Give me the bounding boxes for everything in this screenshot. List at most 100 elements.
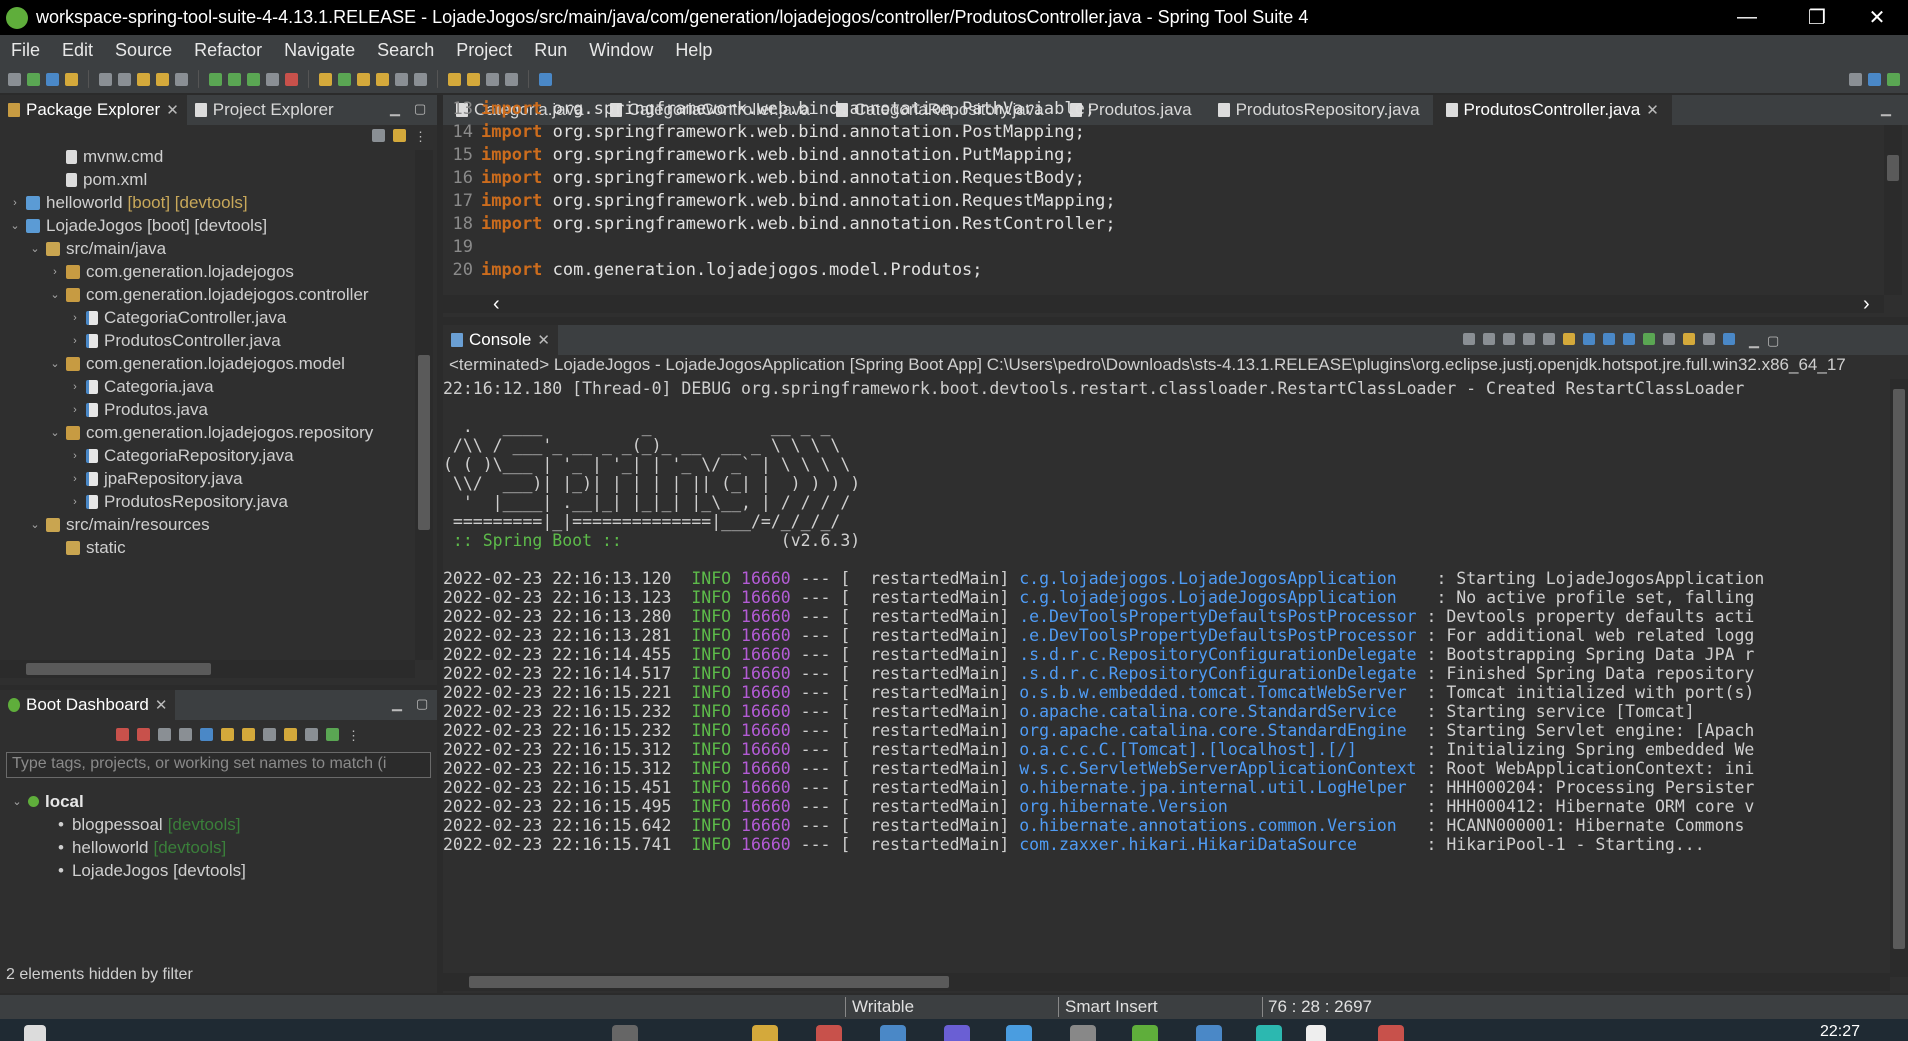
tree-item[interactable]: › ProdutosRepository.java: [0, 490, 415, 513]
expand-arrow-icon[interactable]: ⌄: [10, 795, 24, 808]
tab-console[interactable]: Console ✕: [443, 325, 558, 355]
open-console-icon[interactable]: [200, 728, 213, 741]
console-horizontal-scrollbar[interactable]: [443, 973, 1890, 991]
tree-item[interactable]: › com.generation.lojadejogos: [0, 260, 415, 283]
explorer-horizontal-scrollbar[interactable]: [0, 660, 415, 678]
minimize-view-icon[interactable]: ▁: [1749, 333, 1759, 349]
spring-perspective-icon[interactable]: [1887, 72, 1900, 86]
tab-project-explorer[interactable]: Project Explorer: [187, 95, 342, 125]
taskbar-app-icon[interactable]: [612, 1025, 638, 1041]
new-icon[interactable]: [319, 72, 332, 86]
code-area[interactable]: 13 import org.springframework.web.bind.an…: [443, 99, 1884, 297]
back-icon[interactable]: [486, 72, 499, 86]
maximize-view-icon[interactable]: ▢: [1767, 333, 1779, 349]
taskbar-app-icon[interactable]: [944, 1025, 970, 1041]
stop-icon[interactable]: [158, 728, 171, 741]
tree-item[interactable]: static: [0, 536, 415, 559]
expand-arrow-icon[interactable]: ⌄: [48, 357, 62, 370]
tree-item[interactable]: ⌄ src/main/resources: [0, 513, 415, 536]
debug-icon[interactable]: [179, 728, 192, 741]
debug-icon[interactable]: [209, 72, 222, 86]
maximize-view-icon[interactable]: ▢: [416, 696, 428, 712]
console-output[interactable]: 22:16:12.180 [Thread-0] DEBUG org.spring…: [443, 379, 1888, 973]
edit-icon[interactable]: [242, 728, 255, 741]
tree-item[interactable]: › jpaRepository.java: [0, 467, 415, 490]
reconnect-icon[interactable]: [1463, 333, 1475, 345]
editor-horizontal-scrollbar[interactable]: ‹ ›: [443, 293, 1884, 316]
menu-file[interactable]: File: [0, 40, 51, 61]
console-options-icon[interactable]: [1703, 333, 1715, 345]
tab-boot-dashboard[interactable]: Boot Dashboard ✕: [0, 690, 176, 720]
prev-annotation-icon[interactable]: [448, 72, 461, 86]
remove-launch-icon[interactable]: [1483, 333, 1495, 345]
tree-item[interactable]: ⌄ com.generation.lojadejogos.repository: [0, 421, 415, 444]
taskbar-app-icon[interactable]: [1006, 1025, 1032, 1041]
menu-search[interactable]: Search: [366, 40, 445, 61]
toolbar-icon[interactable]: [539, 72, 552, 86]
toolbar-icon[interactable]: [175, 72, 188, 86]
restart-icon[interactable]: [137, 728, 150, 741]
tree-item[interactable]: ⌄ com.generation.lojadejogos.controller: [0, 283, 415, 306]
toolbar-icon[interactable]: [414, 72, 427, 86]
tree-item[interactable]: ⌄ LojadeJogos [boot] [devtools]: [0, 214, 415, 237]
view-menu-icon[interactable]: ⋮: [414, 129, 427, 145]
explorer-vertical-scrollbar[interactable]: [415, 150, 433, 660]
next-annotation-icon[interactable]: [467, 72, 480, 86]
menu-navigate[interactable]: Navigate: [273, 40, 366, 61]
open-console-icon[interactable]: [1683, 333, 1695, 345]
show-hidden-icons-icon[interactable]: [1306, 1025, 1326, 1041]
close-tab-icon[interactable]: ✕: [537, 331, 550, 349]
expand-arrow-icon[interactable]: ›: [68, 335, 82, 347]
menu-help[interactable]: Help: [664, 40, 723, 61]
expand-arrow-icon[interactable]: ›: [68, 496, 82, 508]
console-vertical-scrollbar[interactable]: [1890, 379, 1908, 977]
tree-item-local[interactable]: ⌄ local: [0, 790, 430, 813]
taskbar-app-icon[interactable]: [880, 1025, 906, 1041]
file-explorer-icon[interactable]: [752, 1025, 778, 1041]
expand-arrow-icon[interactable]: ›: [68, 312, 82, 324]
scroll-right-icon[interactable]: ›: [1863, 293, 1870, 316]
minimize-view-icon[interactable]: ▁: [390, 101, 400, 117]
word-wrap-icon[interactable]: [1583, 333, 1595, 345]
open-type-icon[interactable]: [357, 72, 370, 86]
expand-arrow-icon[interactable]: ⌄: [28, 518, 42, 531]
toolbar-icon[interactable]: [395, 72, 408, 86]
menu-window[interactable]: Window: [578, 40, 664, 61]
tree-item[interactable]: ⌄ src/main/java: [0, 237, 415, 260]
scroll-thumb[interactable]: [469, 976, 949, 988]
show-stdout-icon[interactable]: [1603, 333, 1615, 345]
expand-arrow-icon[interactable]: ›: [48, 266, 62, 278]
taskbar-app-icon[interactable]: [1070, 1025, 1096, 1041]
run-config-icon[interactable]: [247, 72, 260, 86]
close-tab-icon[interactable]: ✕: [155, 696, 168, 714]
pin-console-icon[interactable]: [1643, 333, 1655, 345]
expand-arrow-icon[interactable]: ⌄: [48, 288, 62, 301]
scroll-left-icon[interactable]: ‹: [493, 293, 500, 316]
expand-arrow-icon[interactable]: ⌄: [8, 219, 22, 232]
toolbar-icon[interactable]: [285, 72, 298, 86]
clear-console-icon[interactable]: [1543, 333, 1555, 345]
menu-run[interactable]: Run: [523, 40, 578, 61]
close-window-button[interactable]: ✕: [1848, 0, 1906, 35]
run-icon[interactable]: [228, 72, 241, 86]
show-stderr-icon[interactable]: [1623, 333, 1635, 345]
refresh-icon[interactable]: [221, 728, 234, 741]
add-icon[interactable]: [326, 728, 339, 741]
tree-item[interactable]: pom.xml: [0, 168, 415, 191]
tree-item[interactable]: mvnw.cmd: [0, 145, 415, 168]
expand-arrow-icon[interactable]: ›: [68, 450, 82, 462]
close-tab-icon[interactable]: ✕: [166, 101, 179, 119]
menu-edit[interactable]: Edit: [51, 40, 104, 61]
scroll-thumb[interactable]: [26, 663, 211, 675]
open-browser-icon[interactable]: [263, 728, 276, 741]
editor-vertical-scrollbar[interactable]: [1884, 125, 1902, 295]
taskbar-app-icon[interactable]: [1256, 1025, 1282, 1041]
tree-item[interactable]: ⌄ com.generation.lojadejogos.model: [0, 352, 415, 375]
tree-item[interactable]: › helloworld [boot] [devtools]: [0, 191, 415, 214]
taskbar-app-icon[interactable]: [1196, 1025, 1222, 1041]
tree-item[interactable]: › Produtos.java: [0, 398, 415, 421]
tree-item[interactable]: › ProdutosController.java: [0, 329, 415, 352]
start-icon[interactable]: [24, 1025, 46, 1041]
taskbar-app-icon[interactable]: [816, 1025, 842, 1041]
toolbar-icon[interactable]: [156, 72, 169, 86]
